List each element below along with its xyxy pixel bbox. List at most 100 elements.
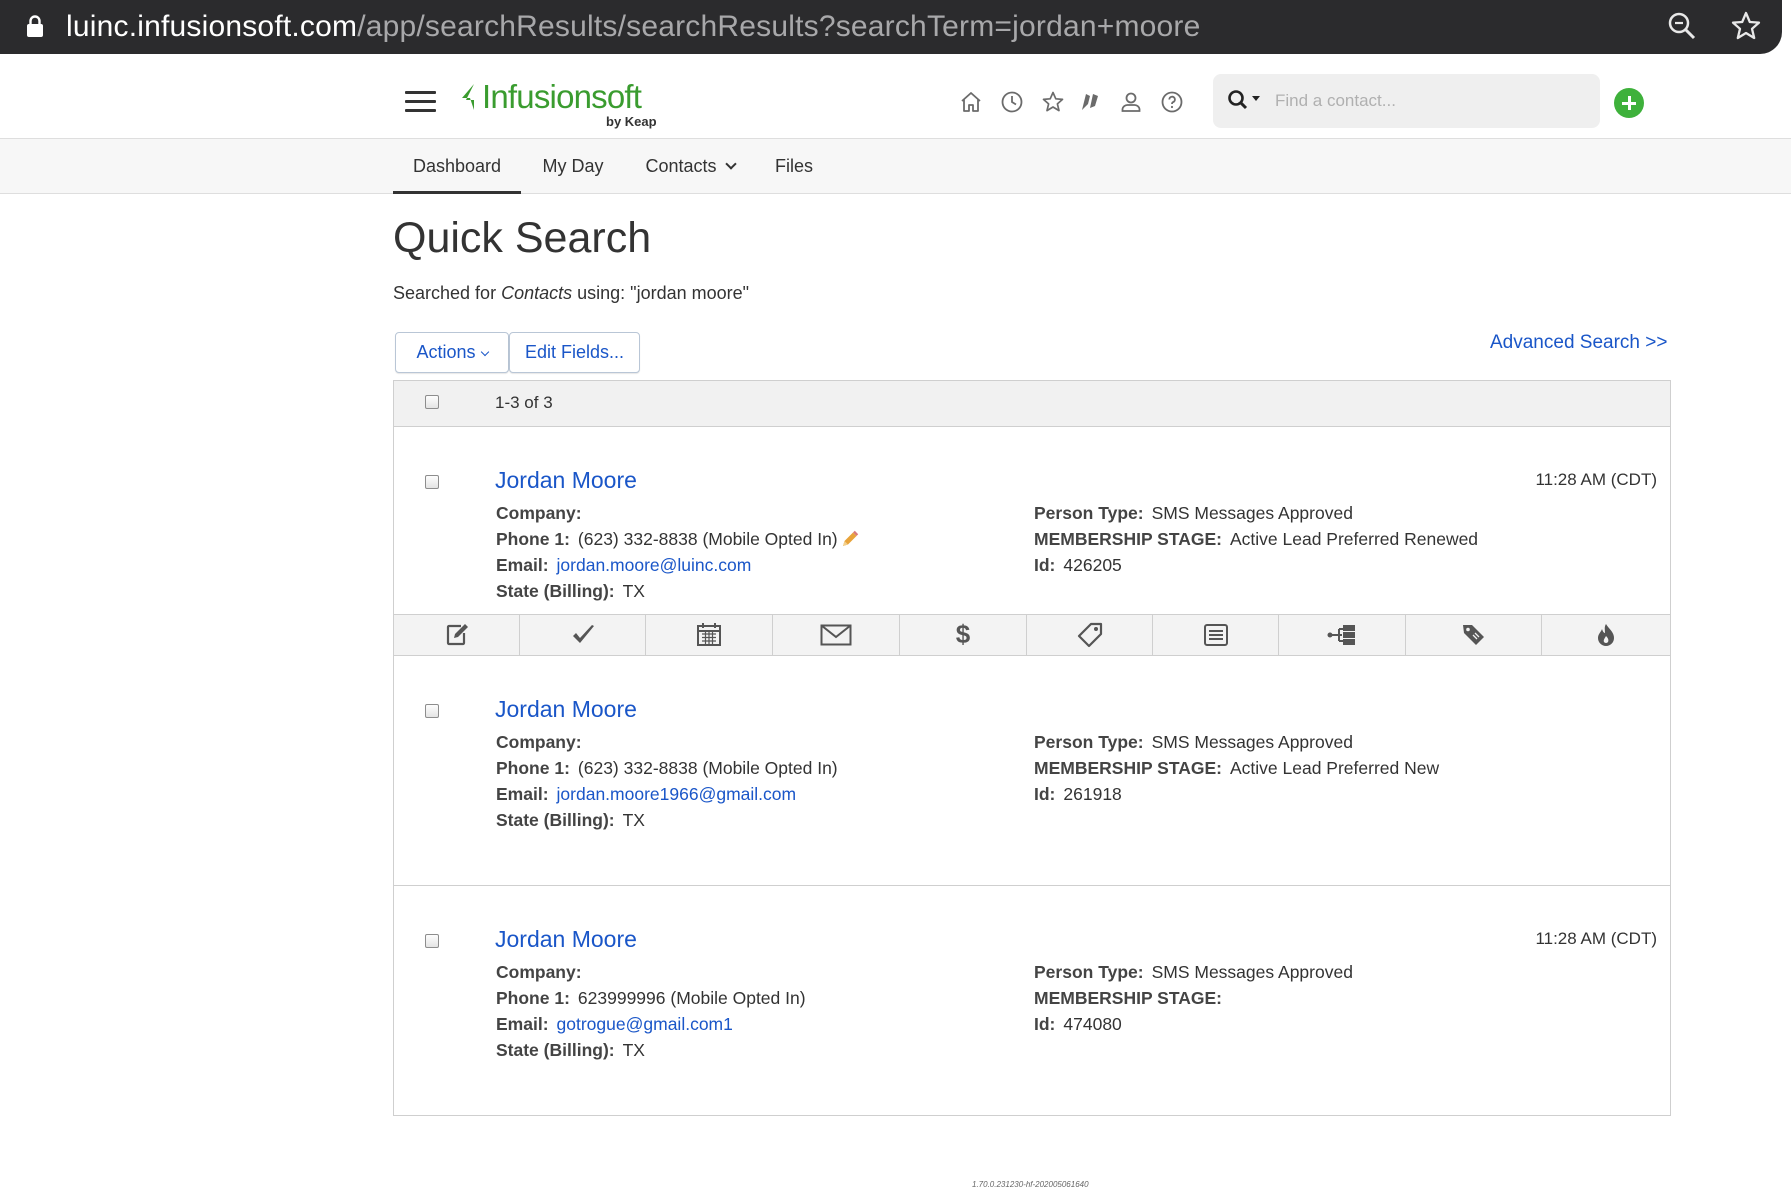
help-icon[interactable] bbox=[1160, 90, 1184, 114]
field-label: State (Billing): bbox=[496, 810, 615, 830]
record-checkbox[interactable] bbox=[425, 704, 439, 718]
add-appointment-button[interactable] bbox=[646, 615, 773, 655]
actions-button[interactable]: Actions bbox=[395, 332, 509, 373]
address-bar[interactable]: luinc.infusionsoft.com/app/searchResults… bbox=[0, 0, 1782, 54]
field-value: SMS Messages Approved bbox=[1151, 962, 1353, 982]
url-text[interactable]: luinc.infusionsoft.com/app/searchResults… bbox=[66, 9, 1200, 45]
record-checkbox[interactable] bbox=[425, 934, 439, 948]
field-label: Id: bbox=[1034, 555, 1056, 575]
id-field: Id: 261918 bbox=[1034, 784, 1122, 805]
field-label: MEMBERSHIP STAGE: bbox=[1034, 529, 1222, 549]
note-icon bbox=[446, 624, 468, 646]
advanced-search-link[interactable]: Advanced Search >> bbox=[1490, 332, 1667, 354]
favorites-icon[interactable] bbox=[1041, 90, 1065, 114]
add-order-button[interactable]: $ bbox=[900, 615, 1027, 655]
membership-stage-field: MEMBERSHIP STAGE: bbox=[1034, 988, 1230, 1009]
id-field: Id: 426205 bbox=[1034, 555, 1122, 576]
email-link[interactable]: jordan.moore@luinc.com bbox=[557, 555, 752, 575]
edit-fields-label: Edit Fields... bbox=[524, 342, 625, 362]
add-button[interactable] bbox=[1614, 88, 1644, 118]
chevron-down-icon bbox=[480, 347, 489, 357]
field-label: State (Billing): bbox=[496, 1040, 615, 1060]
search-dropdown-icon[interactable] bbox=[1227, 89, 1261, 113]
field-value: SMS Messages Approved bbox=[1151, 503, 1353, 523]
record-time: 11:28 AM (CDT) bbox=[1535, 929, 1657, 948]
result-record: Jordan Moore 11:28 AM (CDT) Company: Pho… bbox=[394, 886, 1670, 1115]
actions-label: Actions bbox=[416, 342, 476, 362]
membership-stage-field: MEMBERSHIP STAGE: Active Lead Preferred R… bbox=[1034, 529, 1478, 550]
email-link[interactable]: jordan.moore1966@gmail.com bbox=[557, 784, 797, 804]
lead-score-button[interactable] bbox=[1542, 615, 1670, 655]
field-label: Email: bbox=[496, 1014, 549, 1034]
field-label: Email: bbox=[496, 784, 549, 804]
bookmark-star-icon[interactable] bbox=[1730, 10, 1762, 42]
chevron-down-icon bbox=[724, 158, 737, 170]
version-text: 1.70.0.231230-hf-202005061640 bbox=[972, 1180, 1089, 1189]
desc-prefix: Searched for bbox=[393, 283, 497, 303]
result-count: 1-3 of 3 bbox=[495, 393, 553, 412]
field-label: Person Type: bbox=[1034, 503, 1144, 523]
add-note-button[interactable] bbox=[394, 615, 520, 655]
user-icon[interactable] bbox=[1119, 90, 1143, 114]
flags-icon[interactable] bbox=[1078, 90, 1102, 114]
tab-contacts[interactable]: Contacts bbox=[636, 139, 744, 194]
field-value: 474080 bbox=[1063, 1014, 1122, 1034]
field-value: 261918 bbox=[1063, 784, 1122, 804]
menu-icon[interactable] bbox=[405, 91, 436, 112]
record-time: 11:28 AM (CDT) bbox=[1535, 470, 1657, 489]
contact-name-link[interactable]: Jordan Moore bbox=[495, 926, 637, 953]
person-type-field: Person Type: SMS Messages Approved bbox=[1034, 503, 1353, 524]
search-description: Searched for Contacts using: "jordan moo… bbox=[393, 283, 749, 304]
tab-my-day[interactable]: My Day bbox=[531, 139, 615, 194]
zoom-icon[interactable] bbox=[1666, 10, 1698, 42]
phone-field: Phone 1: (623) 332-8838 (Mobile Opted In) bbox=[496, 758, 838, 779]
edit-fields-button[interactable]: Edit Fields... bbox=[509, 332, 640, 373]
app-header: Infusionsoft by Keap bbox=[0, 64, 1791, 138]
desc-suffix: using: "jordan moore" bbox=[577, 283, 750, 303]
history-icon[interactable] bbox=[1000, 90, 1024, 114]
field-label: Phone 1: bbox=[496, 529, 570, 549]
home-icon[interactable] bbox=[959, 90, 983, 114]
leaf-logo-icon bbox=[462, 84, 474, 110]
send-email-button[interactable] bbox=[773, 615, 900, 655]
email-field: Email: jordan.moore@luinc.com bbox=[496, 555, 751, 576]
contact-name-link[interactable]: Jordan Moore bbox=[495, 467, 637, 494]
results-panel: 1-3 of 3 Jordan Moore 11:28 AM (CDT) Com… bbox=[393, 380, 1671, 1116]
calendar-icon bbox=[697, 623, 721, 646]
tab-dashboard[interactable]: Dashboard bbox=[393, 139, 521, 194]
email-field: Email: jordan.moore1966@gmail.com bbox=[496, 784, 796, 805]
add-task-button[interactable] bbox=[520, 615, 646, 655]
field-label: Phone 1: bbox=[496, 758, 570, 778]
phone-field: Phone 1: 623999996 (Mobile Opted In) bbox=[496, 988, 806, 1009]
select-all-checkbox[interactable] bbox=[425, 395, 439, 409]
phone-field: Phone 1: (623) 332-8838 (Mobile Opted In) bbox=[496, 529, 860, 550]
lock-icon bbox=[27, 15, 43, 37]
manage-tags-button[interactable] bbox=[1406, 615, 1542, 655]
person-type-field: Person Type: SMS Messages Approved bbox=[1034, 732, 1353, 753]
field-value: (623) 332-8838 (Mobile Opted In) bbox=[577, 758, 838, 778]
tag-icon bbox=[1077, 622, 1102, 648]
svg-text:$: $ bbox=[956, 621, 971, 649]
contact-name-link[interactable]: Jordan Moore bbox=[495, 696, 637, 723]
state-field: State (Billing): TX bbox=[496, 581, 645, 602]
tab-files[interactable]: Files bbox=[764, 139, 824, 194]
field-label: Person Type: bbox=[1034, 732, 1144, 752]
add-to-sequence-button[interactable] bbox=[1279, 615, 1406, 655]
apply-tag-button[interactable] bbox=[1027, 615, 1153, 655]
url-host: luinc.infusionsoft.com bbox=[66, 10, 358, 43]
email-link[interactable]: gotrogue@gmail.com1 bbox=[557, 1014, 733, 1034]
contact-search-input[interactable] bbox=[1275, 86, 1585, 116]
state-field: State (Billing): TX bbox=[496, 810, 645, 831]
fill-form-button[interactable] bbox=[1153, 615, 1279, 655]
result-record: Jordan Moore 11:28 AM (CDT) Company: Pho… bbox=[394, 427, 1670, 614]
field-label: Company: bbox=[496, 962, 582, 982]
tags-icon bbox=[1462, 625, 1484, 645]
field-value: Active Lead Preferred Renewed bbox=[1229, 529, 1479, 549]
field-value: Active Lead Preferred New bbox=[1229, 758, 1440, 778]
pencil-edit-icon[interactable] bbox=[840, 529, 860, 549]
tab-label: Files bbox=[774, 156, 813, 176]
field-value: SMS Messages Approved bbox=[1151, 732, 1353, 752]
record-checkbox[interactable] bbox=[425, 475, 439, 489]
company-field: Company: bbox=[496, 962, 590, 983]
logo-subtext: by Keap bbox=[606, 114, 657, 129]
